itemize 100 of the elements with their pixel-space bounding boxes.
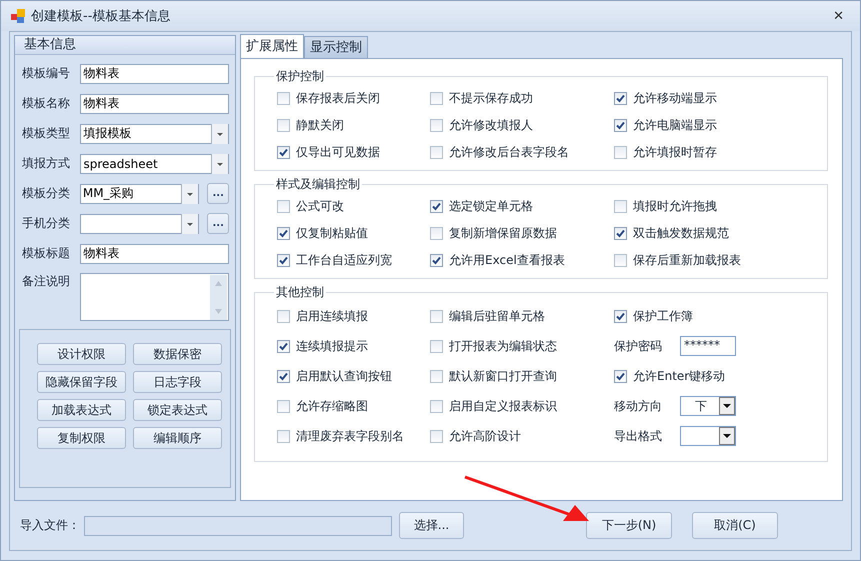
checkbox-label: 允许Enter键移动 [633, 368, 726, 384]
checkbox[interactable] [277, 400, 290, 412]
checkbox[interactable] [430, 310, 443, 322]
checkbox-label: 编辑后驻留单元格 [449, 308, 545, 324]
field-label: 模板编号 [22, 65, 71, 82]
checkbox[interactable] [430, 400, 443, 412]
checkbox-label: 启用默认查询按钮 [296, 368, 392, 384]
checkbox[interactable] [614, 200, 627, 213]
option-button[interactable]: 隐藏保留字段 [37, 371, 126, 393]
more-button[interactable]: ... [207, 213, 229, 234]
dialog-button[interactable]: 取消(C) [692, 512, 778, 539]
checkbox[interactable] [430, 254, 443, 267]
field-label: 手机分类 [22, 215, 71, 232]
caret-icon[interactable] [181, 184, 198, 204]
checkbox[interactable] [430, 340, 443, 352]
checkbox-label: 启用连续填报 [296, 308, 368, 324]
checkbox[interactable] [277, 254, 290, 267]
panel-header: 基本信息 [15, 36, 235, 55]
caret-icon[interactable] [719, 427, 735, 445]
checkbox[interactable] [614, 254, 627, 267]
field-label: 移动方向 [614, 398, 663, 414]
dialog-button[interactable]: 下一步(N) [586, 512, 672, 539]
option-button[interactable]: 复制权限 [37, 427, 126, 449]
checkbox[interactable] [614, 92, 627, 105]
checkbox-label: 允许移动端显示 [633, 90, 717, 107]
dropdown-field[interactable]: spreadsheet [80, 154, 229, 174]
checkbox-label: 仅导出可见数据 [296, 144, 380, 161]
checkbox[interactable] [614, 146, 627, 159]
option-button[interactable]: 锁定表达式 [133, 399, 222, 421]
dropdown-field[interactable] [80, 214, 200, 234]
option-button[interactable]: 日志字段 [133, 371, 222, 393]
dropdown-field[interactable]: MM_采购 [80, 184, 200, 204]
caret-icon[interactable] [719, 397, 735, 415]
checkbox[interactable] [430, 430, 443, 442]
checkbox[interactable] [614, 227, 627, 240]
checkbox[interactable] [614, 119, 627, 132]
text-field[interactable]: 物料表 [80, 64, 229, 84]
checkbox[interactable] [277, 119, 290, 132]
checkbox[interactable] [277, 92, 290, 105]
caret-icon[interactable] [181, 214, 198, 234]
option-button[interactable]: 数据保密 [133, 343, 222, 365]
field-label: 填报方式 [22, 155, 71, 172]
tab[interactable]: 扩展属性 [240, 34, 304, 58]
option-button[interactable]: 设计权限 [37, 343, 126, 365]
checkbox[interactable] [430, 370, 443, 382]
option-button[interactable]: 加载表达式 [37, 399, 126, 421]
file-path-field[interactable] [84, 516, 392, 536]
checkbox-label: 允许填报时暂存 [633, 144, 717, 161]
checkbox[interactable] [277, 340, 290, 352]
checkbox-label: 允许用Excel查看报表 [449, 252, 565, 269]
caret-icon[interactable] [211, 154, 228, 174]
field-label: 备注说明 [22, 273, 71, 290]
checkbox[interactable] [277, 370, 290, 382]
checkbox[interactable] [614, 370, 627, 382]
text-field[interactable]: 物料表 [80, 244, 229, 264]
checkbox-label: 双击触发数据规范 [633, 225, 729, 242]
dropdown-field[interactable] [680, 426, 736, 446]
scrollbar[interactable] [210, 275, 227, 320]
checkbox-label: 保存后重新加载报表 [633, 252, 741, 269]
checkbox[interactable] [277, 200, 290, 213]
checkbox-label: 允许高阶设计 [449, 428, 521, 444]
checkbox[interactable] [277, 310, 290, 322]
browse-button[interactable]: 选择... [399, 512, 464, 539]
field-label: 导入文件： [20, 517, 81, 534]
checkbox-label: 不提示保存成功 [449, 90, 533, 107]
password-field[interactable]: ****** [680, 336, 736, 356]
more-button[interactable]: ... [207, 183, 229, 204]
checkbox[interactable] [430, 200, 443, 213]
checkbox-label: 允许电脑端显示 [633, 117, 717, 134]
checkbox[interactable] [277, 430, 290, 442]
checkbox-label: 选定锁定单元格 [449, 198, 533, 215]
tab[interactable]: 显示控制 [304, 36, 368, 58]
option-button[interactable]: 编辑顺序 [133, 427, 222, 449]
caret-icon[interactable] [211, 124, 228, 144]
window-title: 创建模板--模板基本信息 [31, 8, 172, 25]
checkbox-label: 保护工作簿 [633, 308, 693, 324]
checkbox[interactable] [430, 146, 443, 159]
checkbox[interactable] [277, 146, 290, 159]
group-title: 保护控制 [275, 68, 325, 85]
checkbox-label: 复制新增保留原数据 [449, 225, 557, 242]
checkbox-label: 允许存缩略图 [296, 398, 368, 414]
dropdown-field[interactable]: 填报模板 [80, 124, 229, 144]
checkbox[interactable] [277, 227, 290, 240]
checkbox-label: 静默关闭 [296, 117, 344, 134]
checkbox-label: 启用自定义报表标识 [449, 398, 557, 414]
checkbox-label: 公式可改 [296, 198, 344, 215]
checkbox[interactable] [430, 227, 443, 240]
app-icon [11, 9, 25, 23]
group-title: 样式及编辑控制 [275, 176, 361, 193]
checkbox-label: 清理废弃表字段别名 [296, 428, 404, 444]
checkbox[interactable] [430, 92, 443, 105]
checkbox[interactable] [430, 119, 443, 132]
remark-field[interactable] [80, 273, 229, 321]
field-label: 模板名称 [22, 95, 71, 112]
checkbox-label: 保存报表后关闭 [296, 90, 380, 107]
checkbox[interactable] [614, 310, 627, 322]
dropdown-field[interactable]: 下 [680, 396, 736, 416]
text-field[interactable]: 物料表 [80, 94, 229, 114]
close-button[interactable]: ✕ [827, 8, 850, 24]
group-title: 其他控制 [275, 284, 325, 301]
